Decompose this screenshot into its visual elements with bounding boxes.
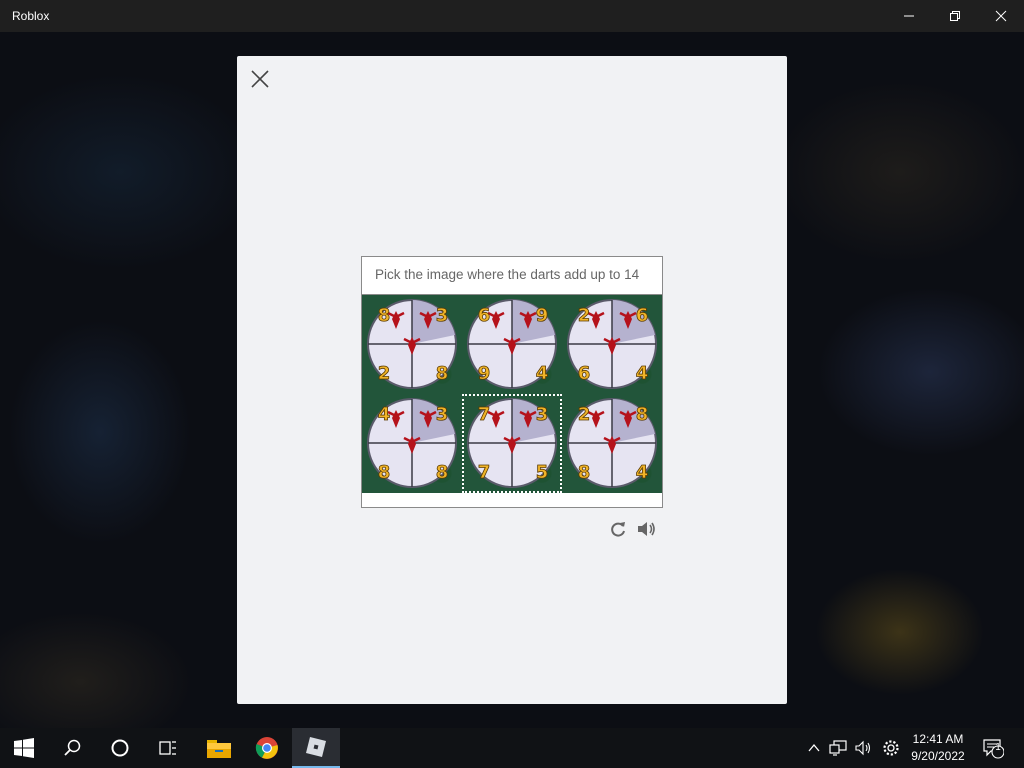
title-bar: Roblox xyxy=(0,0,1024,32)
captcha-grid: 8 3 2 8 6 9 9 4 2 6 6 4 4 3 8 8 7 3 7 5 2 8 8 4 xyxy=(362,295,662,493)
volume-icon xyxy=(855,740,871,756)
clock-time: 12:41 AM xyxy=(912,732,964,746)
settings-button[interactable] xyxy=(879,728,903,768)
dartboard-image: 6 9 9 4 xyxy=(467,299,557,389)
network-button[interactable] xyxy=(826,728,850,768)
dart-number: 9 xyxy=(536,305,549,326)
dart-number: 4 xyxy=(636,462,649,483)
dart-number: 8 xyxy=(578,462,591,483)
dart-number: 8 xyxy=(636,404,649,425)
minimize-icon xyxy=(904,15,914,17)
captcha-tile[interactable]: 2 6 6 4 xyxy=(562,295,662,394)
dart-number: 2 xyxy=(578,404,591,425)
task-view-icon xyxy=(159,741,176,755)
taskbar: 12:41 AM 9/20/2022 1 xyxy=(0,728,1024,768)
captcha-tile[interactable]: 7 3 7 5 xyxy=(462,394,562,493)
dart-number: 6 xyxy=(478,305,491,326)
roblox-button[interactable] xyxy=(292,728,340,768)
file-explorer-icon xyxy=(207,740,231,758)
dart-number: 2 xyxy=(378,363,391,384)
refresh-icon xyxy=(611,522,625,537)
captcha-tile[interactable]: 8 3 2 8 xyxy=(362,295,462,394)
search-button[interactable] xyxy=(48,728,96,768)
dart-number: 3 xyxy=(536,404,549,425)
window-title: Roblox xyxy=(12,9,50,23)
dartboard-image: 2 8 8 4 xyxy=(567,398,657,488)
clock-date: 9/20/2022 xyxy=(911,749,965,763)
dartboard-image: 8 3 2 8 xyxy=(367,299,457,389)
chrome-button[interactable] xyxy=(243,728,291,768)
close-icon xyxy=(995,10,1007,22)
restore-icon xyxy=(950,11,960,21)
chrome-icon xyxy=(255,737,278,759)
audio-icon xyxy=(638,522,655,536)
dart-number: 9 xyxy=(478,363,491,384)
dart-number: 3 xyxy=(436,305,449,326)
network-icon xyxy=(829,740,847,756)
close-icon xyxy=(251,70,269,88)
refresh-button[interactable] xyxy=(607,518,629,540)
cortana-icon xyxy=(111,739,129,757)
dart-number: 6 xyxy=(636,305,649,326)
dart-number: 8 xyxy=(436,363,449,384)
captcha-tile[interactable]: 6 9 9 4 xyxy=(462,295,562,394)
dart-number: 8 xyxy=(378,462,391,483)
captcha-box: Pick the image where the darts add up to… xyxy=(361,256,663,508)
dartboard-image: 2 6 6 4 xyxy=(567,299,657,389)
roblox-icon xyxy=(306,737,326,757)
dartboard-image: 7 3 7 5 xyxy=(467,398,557,488)
volume-button[interactable] xyxy=(852,728,876,768)
cortana-button[interactable] xyxy=(96,728,144,768)
dart-number: 5 xyxy=(536,462,549,483)
restore-button[interactable] xyxy=(932,0,978,32)
captcha-tile[interactable]: 2 8 8 4 xyxy=(562,394,662,493)
dart-number: 6 xyxy=(578,363,591,384)
captcha-prompt: Pick the image where the darts add up to… xyxy=(362,257,662,295)
close-window-button[interactable] xyxy=(978,0,1024,32)
dart-number: 8 xyxy=(378,305,391,326)
audio-button[interactable] xyxy=(635,518,657,540)
minimize-button[interactable] xyxy=(886,0,932,32)
windows-start-icon xyxy=(14,738,34,758)
dart-number: 4 xyxy=(378,404,391,425)
dart-number: 8 xyxy=(436,462,449,483)
search-icon xyxy=(64,739,81,756)
dart-number: 4 xyxy=(536,363,549,384)
dartboard-image: 4 3 8 8 xyxy=(367,398,457,488)
taskbar-clock[interactable]: 12:41 AM 9/20/2022 xyxy=(906,731,970,765)
start-button[interactable] xyxy=(0,728,48,768)
settings-icon xyxy=(883,740,899,756)
captcha-tile[interactable]: 4 3 8 8 xyxy=(362,394,462,493)
dart-number: 4 xyxy=(636,363,649,384)
task-view-button[interactable] xyxy=(144,728,192,768)
show-hidden-icons-button[interactable] xyxy=(804,728,824,768)
dart-number: 2 xyxy=(578,305,591,326)
chevron-up-icon xyxy=(808,743,820,752)
dart-number: 3 xyxy=(436,404,449,425)
dart-number: 7 xyxy=(478,462,491,483)
captcha-modal: Pick the image where the darts add up to… xyxy=(237,56,787,704)
file-explorer-button[interactable] xyxy=(195,728,243,768)
dart-number: 7 xyxy=(478,404,491,425)
modal-close-button[interactable] xyxy=(249,68,271,90)
action-center-button[interactable]: 1 xyxy=(980,728,1006,768)
notification-count: 1 xyxy=(995,742,1001,753)
